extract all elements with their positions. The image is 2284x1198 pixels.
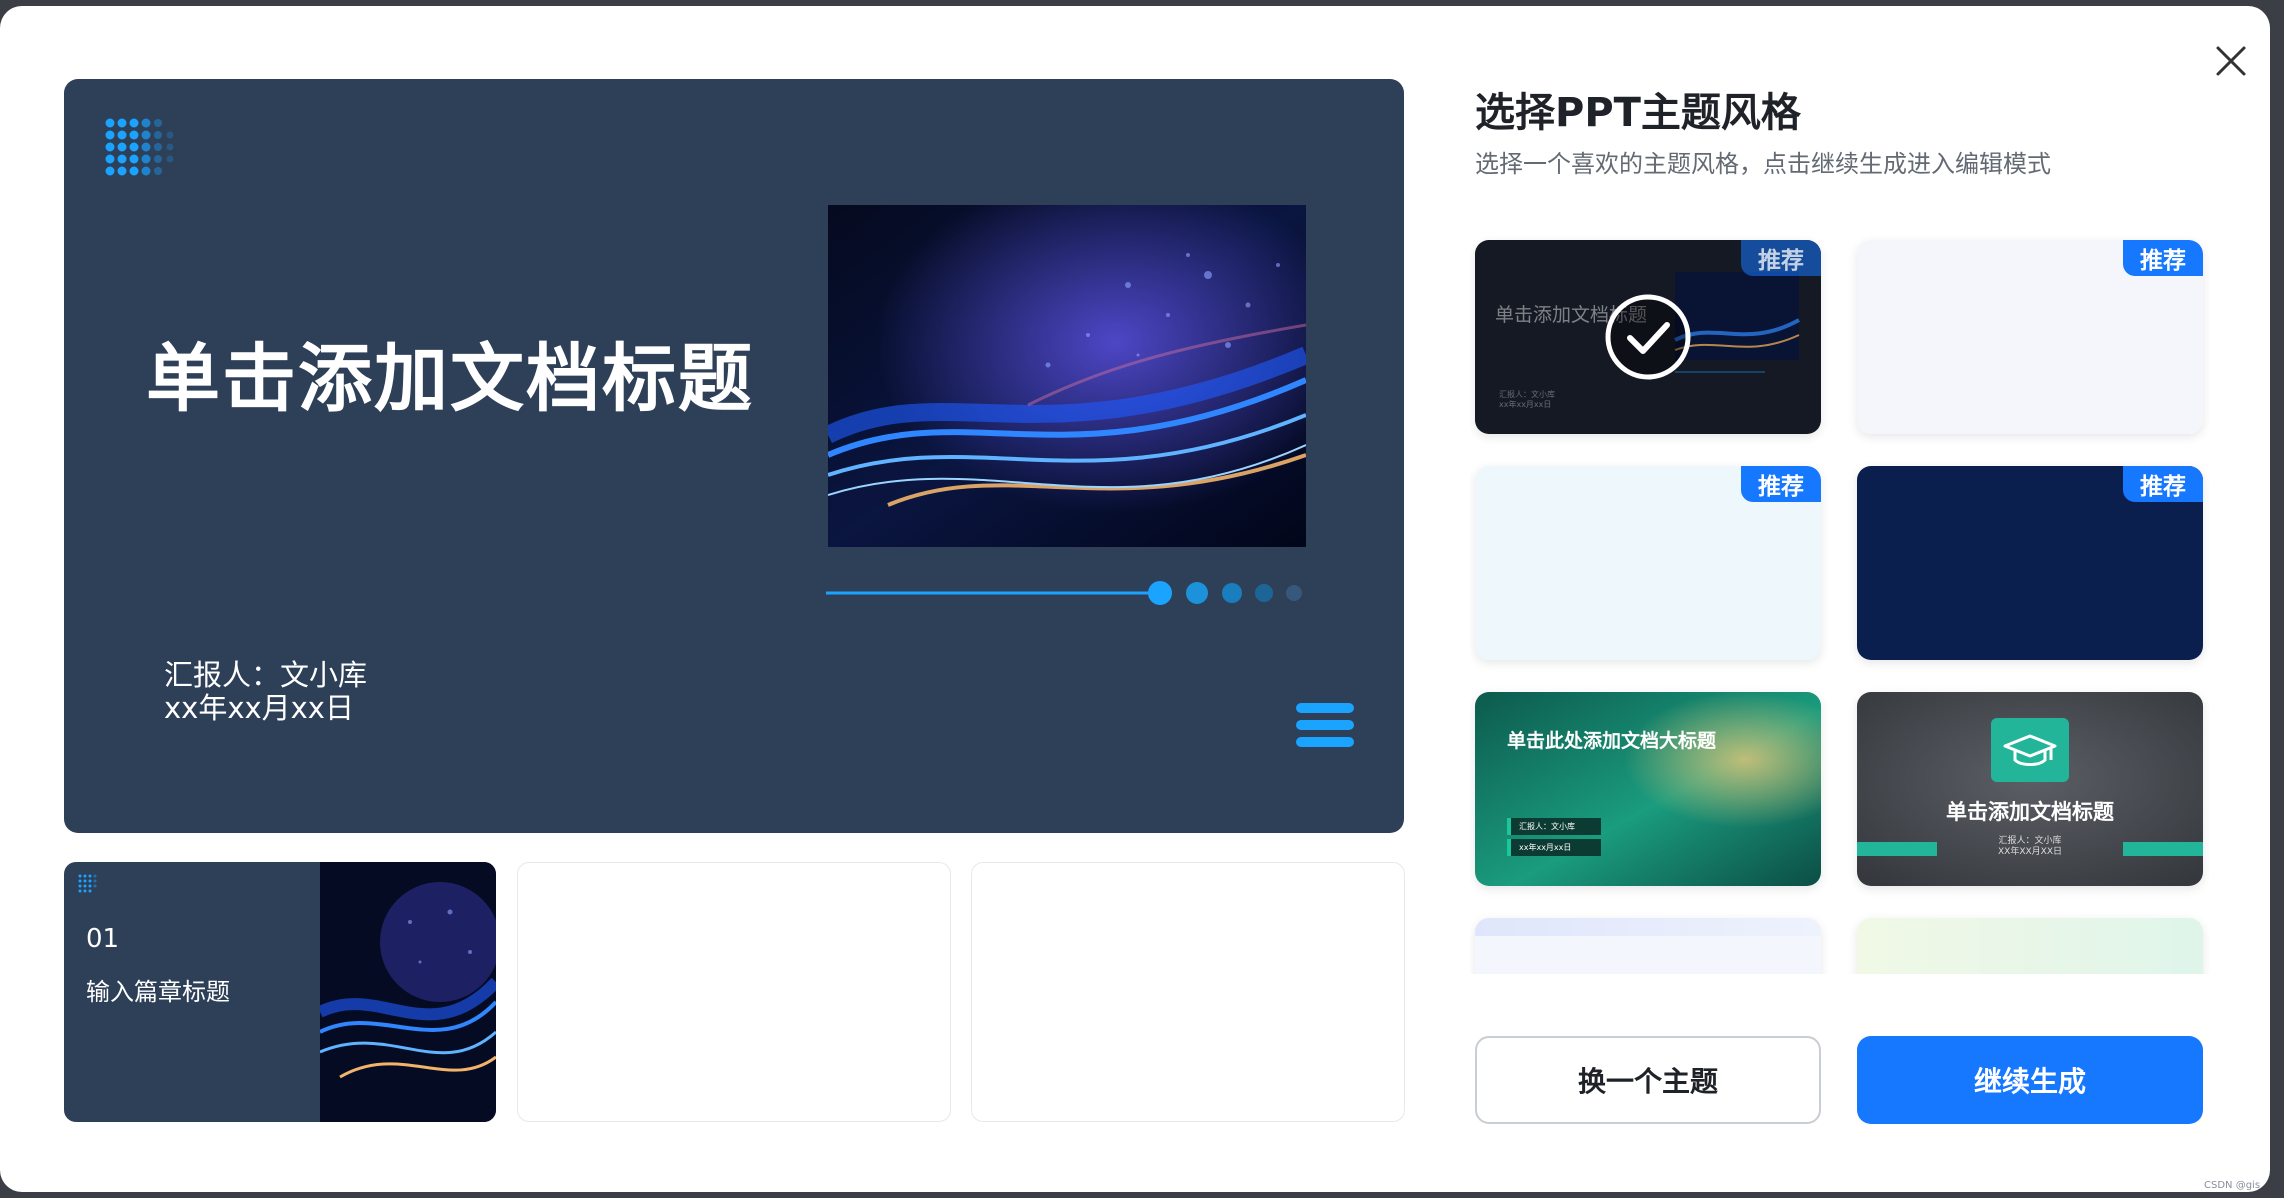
theme-card-light-blue-partial[interactable] (1475, 918, 1821, 974)
hero-wave-image (828, 205, 1306, 547)
watermark: CSDN @gis (2204, 1180, 2261, 1191)
recommended-badge: 推荐 (2123, 466, 2203, 502)
switch-theme-button[interactable]: 换一个主题 (1475, 1036, 1821, 1124)
theme-preview-bg (1857, 918, 2203, 974)
theme-card-title: 单击此处添加文档大标题 (1507, 730, 1717, 752)
theme-preview-bg (1475, 692, 1821, 886)
slide-thumbnail-3[interactable] (971, 862, 1405, 1122)
theme-card-date: xx年xx月xx日 (1507, 839, 1601, 856)
theme-card-deep-navy[interactable]: 推荐 (1857, 466, 2203, 660)
thumbnail-wave-image (320, 862, 496, 1122)
slide-progress-indicator (826, 581, 1302, 605)
theme-card-reporter: 汇报人：文小库 (1507, 818, 1601, 835)
theme-card-title: 单击添加文档标题 (1946, 800, 2114, 824)
chapter-number: 01 (86, 924, 120, 954)
theme-preview-bg (1475, 918, 1821, 974)
recommended-badge: 推荐 (1741, 240, 1821, 276)
selected-check-icon (1605, 294, 1691, 380)
continue-generate-button[interactable]: 继续生成 (1857, 1036, 2203, 1124)
recommended-badge: 推荐 (1741, 466, 1821, 502)
panel-subtitle: 选择一个喜欢的主题风格，点击继续生成进入编辑模式 (1475, 150, 2051, 178)
theme-card-light-lavender[interactable]: 推荐 (1857, 240, 2203, 434)
main-slide-preview: 单击添加文档标题 汇报人：文小库 xx年xx月xx日 (64, 79, 1404, 833)
theme-card-green-gradient[interactable]: 单击此处添加文档大标题 汇报人：文小库 xx年xx月xx日 (1475, 692, 1821, 886)
slide-title: 单击添加文档标题 (146, 336, 754, 422)
theme-card-reporter: 汇报人：文小库 (1499, 390, 1555, 399)
theme-select-modal: 单击添加文档标题 汇报人：文小库 xx年xx月xx日 01 输入篇章标题 选择P… (0, 6, 2270, 1192)
slide-reporter-block: 汇报人：文小库 xx年xx月xx日 (164, 659, 367, 725)
theme-card-light-mint-partial[interactable] (1857, 918, 2203, 974)
dot-grid-icon (105, 118, 174, 176)
theme-card-chalkboard-education[interactable]: 单击添加文档标题 汇报人：文小库 XX年XX月XX日 (1857, 692, 2203, 886)
theme-card-meta: 汇报人：文小库 xx年xx月xx日 (1499, 390, 1555, 410)
theme-card-date: xx年xx月xx日 (1499, 400, 1552, 409)
menu-icon (1296, 703, 1354, 747)
theme-card-meta: 汇报人：文小库 XX年XX月XX日 (1857, 836, 2203, 858)
slide-thumbnail-1[interactable]: 01 输入篇章标题 (64, 862, 496, 1122)
recommended-badge: 推荐 (2123, 240, 2203, 276)
theme-card-light-ice[interactable]: 推荐 (1475, 466, 1821, 660)
theme-card-reporter: 汇报人：文小库 (1998, 836, 2062, 846)
slide-thumbnail-2[interactable] (517, 862, 951, 1122)
theme-grid: 单击添加文档标题 汇报人：文小库 xx年xx月xx日 推荐 推荐 推荐 推荐 单… (1470, 232, 2210, 974)
graduation-cap-icon (1991, 718, 2069, 782)
chapter-title: 输入篇章标题 (86, 978, 230, 1006)
theme-card-date: XX年XX月XX日 (1998, 847, 2062, 857)
reporter-label: 汇报人：文小库 (164, 658, 368, 692)
panel-title: 选择PPT主题风格 (1475, 90, 1801, 136)
dot-grid-icon (78, 874, 97, 893)
date-label: xx年xx月xx日 (164, 691, 354, 725)
theme-card-dark-navy-tech[interactable]: 单击添加文档标题 汇报人：文小库 xx年xx月xx日 推荐 (1475, 240, 1821, 434)
close-icon[interactable] (2208, 38, 2254, 84)
